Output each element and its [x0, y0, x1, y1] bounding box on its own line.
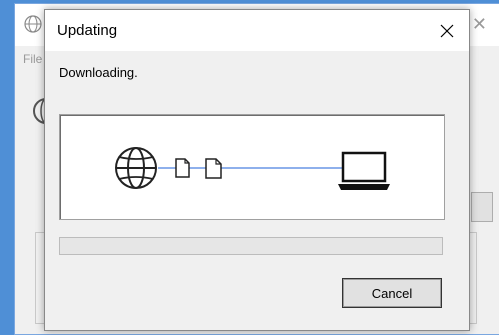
progress-bar — [59, 237, 443, 255]
globe-icon — [115, 147, 157, 189]
laptop-icon — [338, 151, 390, 190]
close-icon — [440, 24, 453, 37]
dialog-title: Updating — [57, 22, 118, 39]
download-animation-graphic — [115, 147, 390, 190]
menu-file[interactable]: File — [23, 52, 42, 66]
background-close-button[interactable]: ✕ — [472, 14, 487, 35]
close-button[interactable] — [424, 10, 469, 51]
document-icon — [205, 158, 222, 179]
status-text: Downloading. — [59, 65, 138, 80]
background-button[interactable] — [471, 192, 493, 222]
globe-icon — [24, 15, 42, 33]
dialog-titlebar: Updating — [45, 10, 469, 51]
download-animation — [59, 114, 445, 220]
document-icon — [175, 158, 190, 178]
updating-dialog: Updating Downloading. Cancel — [44, 9, 470, 331]
cancel-button[interactable]: Cancel — [342, 278, 442, 308]
